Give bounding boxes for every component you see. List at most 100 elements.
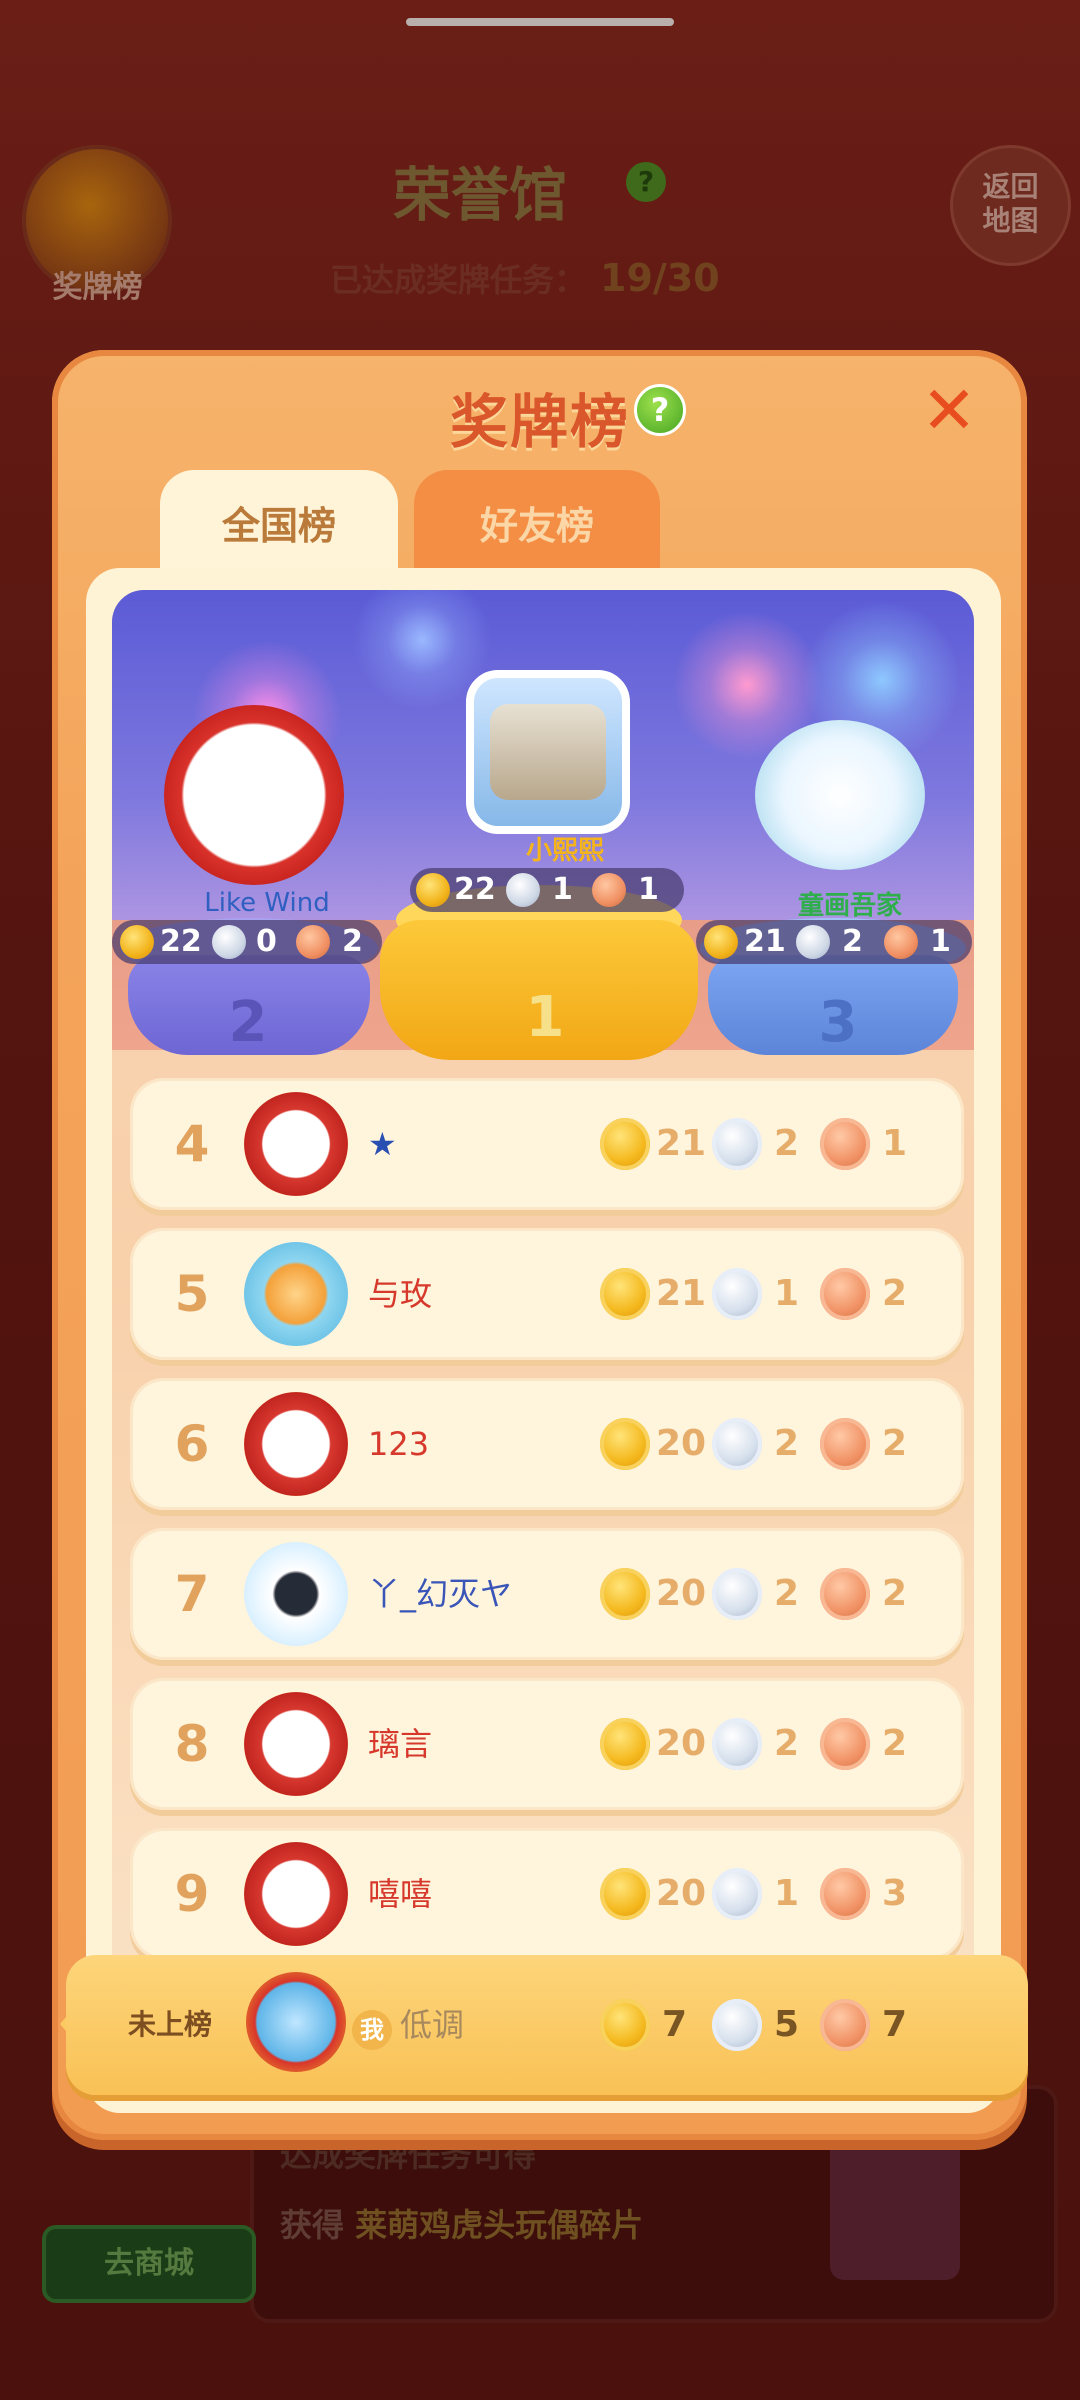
go-shop-button[interactable]: 去商城 bbox=[42, 2225, 256, 2303]
bronze-count: 3 bbox=[882, 1873, 908, 1914]
bronze-medal-icon bbox=[820, 1118, 870, 1170]
list-row-rank-8[interactable]: 8 璃言 20 2 2 bbox=[130, 1678, 964, 1810]
tab-friends[interactable]: 好友榜 bbox=[414, 470, 660, 570]
silver-medal-icon bbox=[712, 1118, 762, 1170]
player-name: 璃言 bbox=[368, 1725, 433, 1763]
reward-text-2: 获得 莱萌鸡虎头玩偶碎片 bbox=[280, 2200, 643, 2246]
back-to-map-button[interactable]: 返回 地图 bbox=[950, 145, 1071, 266]
medal-counts: 20 2 2 bbox=[600, 1378, 940, 1510]
silver-count: 2 bbox=[774, 1123, 800, 1164]
gold-count: 21 bbox=[656, 1123, 707, 1164]
gold-count: 21 bbox=[656, 1273, 707, 1314]
gold-count: 22 bbox=[160, 924, 202, 959]
silver-count: 0 bbox=[256, 924, 277, 959]
reward-text-2-prefix: 获得 bbox=[280, 2206, 345, 2244]
bronze-medal-icon bbox=[296, 925, 330, 959]
rank-number: 4 bbox=[174, 1115, 210, 1173]
avatar[interactable] bbox=[244, 1092, 348, 1196]
tab-national[interactable]: 全国榜 bbox=[160, 470, 398, 570]
gold-count: 7 bbox=[662, 2004, 688, 2045]
gold-count: 20 bbox=[656, 1573, 707, 1614]
progress-value: 19/30 bbox=[600, 256, 720, 300]
bronze-count: 2 bbox=[882, 1723, 908, 1764]
gold-medal-icon bbox=[120, 925, 154, 959]
silver-count: 1 bbox=[774, 1873, 800, 1914]
silver-medal-icon bbox=[506, 873, 540, 907]
list-row-rank-6[interactable]: 6 123 20 2 2 bbox=[130, 1378, 964, 1510]
help-icon[interactable]: ? bbox=[634, 384, 686, 436]
bronze-count: 2 bbox=[882, 1573, 908, 1614]
silver-count: 5 bbox=[774, 2004, 800, 2045]
home-indicator bbox=[406, 18, 674, 26]
silver-count: 1 bbox=[552, 872, 573, 907]
silver-medal-icon bbox=[712, 1268, 762, 1320]
rank-number: 8 bbox=[174, 1715, 210, 1773]
bronze-medal-icon bbox=[592, 873, 626, 907]
gold-medal-icon bbox=[600, 1418, 650, 1470]
player-name: 与玫 bbox=[368, 1275, 433, 1313]
medal-bar-rank-3: 21 2 1 bbox=[696, 920, 972, 964]
silver-count: 2 bbox=[774, 1423, 800, 1464]
avatar[interactable] bbox=[244, 1692, 348, 1796]
bronze-medal-icon bbox=[820, 1868, 870, 1920]
player-name: 嘻嘻 bbox=[368, 1875, 433, 1913]
player-name: 123 bbox=[368, 1425, 430, 1463]
my-medal-counts: 7 5 7 bbox=[600, 1955, 940, 2095]
progress-label: 已达成奖牌任务： bbox=[330, 261, 587, 299]
close-icon[interactable]: ✕ bbox=[918, 378, 980, 444]
avatar-rank-1[interactable] bbox=[466, 670, 630, 834]
bronze-medal-icon bbox=[820, 1268, 870, 1320]
medal-counts: 21 1 2 bbox=[600, 1228, 940, 1360]
avatar-rank-2[interactable] bbox=[164, 705, 344, 885]
list-row-rank-9[interactable]: 9 嘻嘻 20 1 3 bbox=[130, 1828, 964, 1960]
avatar[interactable] bbox=[244, 1392, 348, 1496]
gift-box-icon bbox=[830, 2130, 960, 2280]
gold-medal-icon bbox=[416, 873, 450, 907]
medal-counts: 20 1 3 bbox=[600, 1828, 940, 1960]
name-rank-3: 童画吾家 bbox=[797, 891, 902, 921]
avatar[interactable] bbox=[244, 1842, 348, 1946]
player-name: ★ bbox=[368, 1125, 397, 1163]
medal-bar-rank-2: 22 0 2 bbox=[112, 920, 382, 964]
bronze-count: 7 bbox=[882, 2004, 908, 2045]
silver-medal-icon bbox=[712, 1868, 762, 1920]
gold-medal-icon bbox=[704, 925, 738, 959]
gold-count: 22 bbox=[454, 872, 496, 907]
rank-number: 5 bbox=[174, 1265, 210, 1323]
silver-count: 2 bbox=[842, 924, 863, 959]
bronze-count: 1 bbox=[882, 1123, 908, 1164]
avatar-rank-3[interactable] bbox=[755, 720, 925, 870]
medal-counts: 21 2 1 bbox=[600, 1078, 940, 1210]
avatar-photo bbox=[490, 704, 606, 800]
list-row-rank-7[interactable]: 7 丫_幻灭ヤ 20 2 2 bbox=[130, 1528, 964, 1660]
my-name: 低调 bbox=[400, 2006, 465, 2044]
name-rank-2: Like Wind bbox=[204, 888, 330, 918]
silver-medal-icon bbox=[712, 1718, 762, 1770]
silver-medal-icon bbox=[712, 1418, 762, 1470]
reward-text-2-item: 莱萌鸡虎头玩偶碎片 bbox=[355, 2206, 644, 2244]
gold-medal-icon bbox=[600, 1568, 650, 1620]
gold-medal-icon bbox=[600, 1118, 650, 1170]
bronze-medal-icon bbox=[820, 1568, 870, 1620]
gold-count: 21 bbox=[744, 924, 786, 959]
medal-counts: 20 2 2 bbox=[600, 1678, 940, 1810]
medal-board-button-label: 奖牌榜 bbox=[52, 270, 143, 305]
list-row-rank-4[interactable]: 4 ★ 21 2 1 bbox=[130, 1078, 964, 1210]
silver-medal-icon bbox=[796, 925, 830, 959]
avatar[interactable] bbox=[244, 1242, 348, 1346]
silver-count: 1 bbox=[774, 1273, 800, 1314]
rank-number: 6 bbox=[174, 1415, 210, 1473]
avatar[interactable] bbox=[244, 1542, 348, 1646]
hall-help-icon[interactable]: ? bbox=[626, 162, 666, 202]
bronze-medal-icon bbox=[820, 1418, 870, 1470]
podium-1-number: 1 bbox=[525, 985, 565, 1050]
bronze-count: 2 bbox=[342, 924, 363, 959]
gold-medal-icon bbox=[600, 1268, 650, 1320]
silver-medal-icon bbox=[212, 925, 246, 959]
my-avatar[interactable] bbox=[246, 1972, 346, 2072]
back-to-map-label-2: 地图 bbox=[982, 204, 1039, 237]
gold-count: 20 bbox=[656, 1423, 707, 1464]
silver-count: 2 bbox=[774, 1723, 800, 1764]
medal-task-progress: 已达成奖牌任务： 19/30 bbox=[330, 255, 750, 301]
list-row-rank-5[interactable]: 5 与玫 21 1 2 bbox=[130, 1228, 964, 1360]
